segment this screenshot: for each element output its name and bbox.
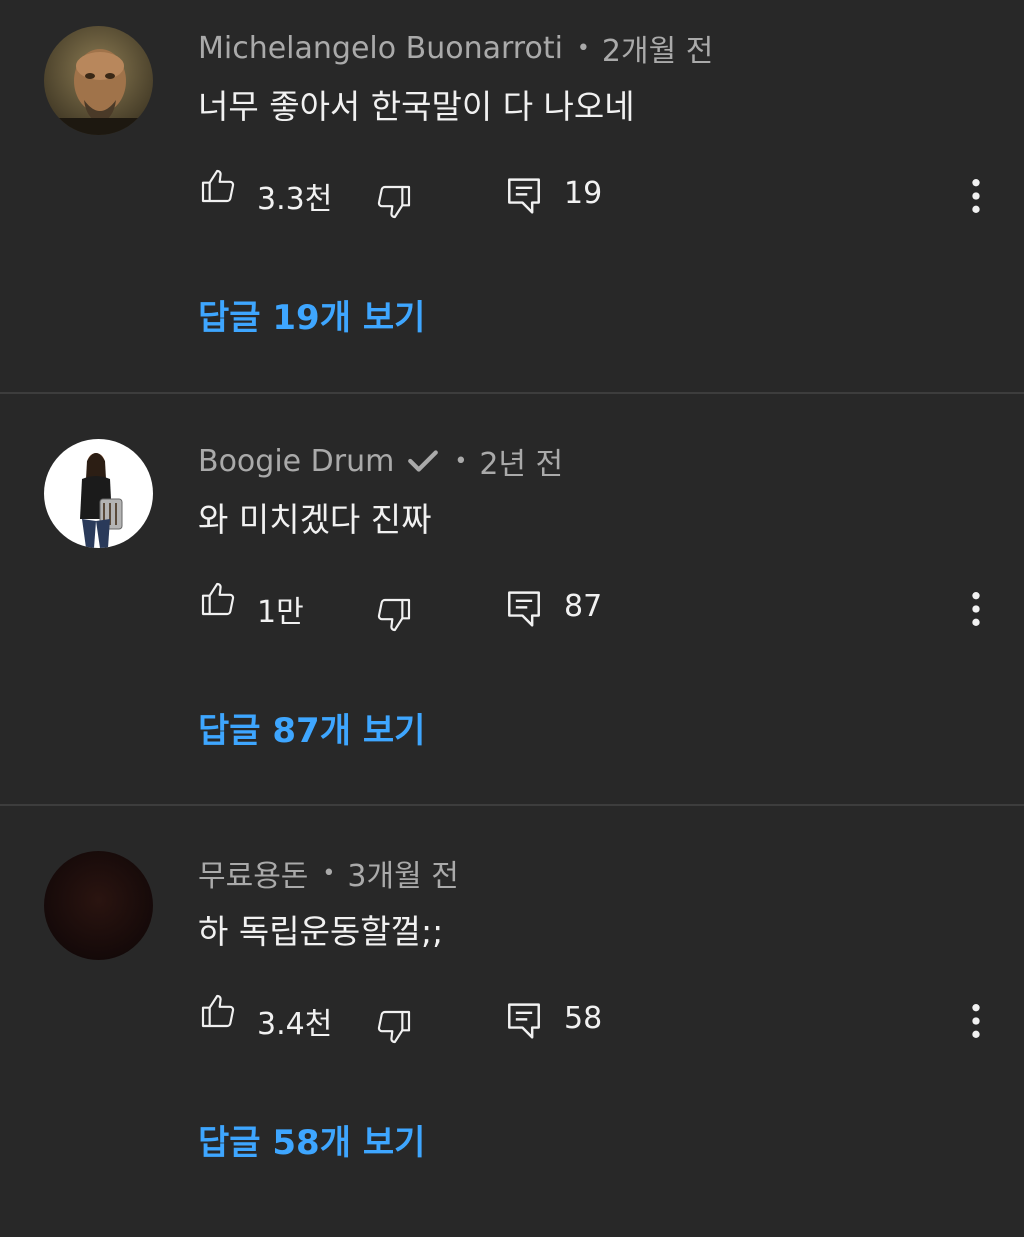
more-vertical-icon[interactable]: [966, 1001, 986, 1041]
meta-separator: •: [322, 860, 336, 886]
thumbs-down-icon[interactable]: [374, 1007, 414, 1047]
avatar[interactable]: [44, 439, 153, 548]
meta-separator: •: [454, 448, 468, 474]
comment-time: 2년 전: [479, 447, 564, 482]
divider: [0, 804, 1024, 806]
more-vertical-icon[interactable]: [966, 589, 986, 629]
thumbs-down-icon[interactable]: [374, 182, 414, 222]
comment-meta: Boogie Drum • 2년 전: [198, 441, 564, 483]
comment-item: 무료용돈 • 3개월 전 하 독립운동할껄;; 3.4천 58 답글 58개 보…: [0, 825, 1024, 1237]
like-count: 3.3천: [257, 182, 333, 217]
reply-icon[interactable]: [506, 1001, 542, 1041]
reply-icon[interactable]: [506, 589, 542, 629]
comment-actions: 1만 87: [198, 579, 998, 639]
reply-count[interactable]: 58: [564, 1001, 602, 1036]
view-replies-link[interactable]: 답글 19개 보기: [198, 290, 425, 339]
comment-time: 2개월 전: [601, 34, 714, 69]
comment-text: 와 미치겠다 진짜: [198, 500, 432, 539]
comment-actions: 3.4천 58: [198, 991, 998, 1051]
divider: [0, 392, 1024, 394]
verified-check-icon: [406, 446, 440, 476]
comment-item: Michelangelo Buonarroti • 2개월 전 너무 좋아서 한…: [0, 0, 1024, 412]
thumbs-down-icon[interactable]: [374, 595, 414, 635]
thumbs-up-icon[interactable]: [198, 166, 238, 206]
reply-icon[interactable]: [506, 176, 542, 216]
comment-text: 하 독립운동할껄;;: [198, 912, 444, 951]
avatar[interactable]: [44, 26, 153, 135]
view-replies-link[interactable]: 답글 58개 보기: [198, 1115, 425, 1164]
author-name[interactable]: 무료용돈: [198, 851, 308, 895]
comment-actions: 3.3천 19: [198, 166, 998, 226]
comment-meta: 무료용돈 • 3개월 전: [198, 851, 459, 895]
author-name[interactable]: Michelangelo Buonarroti: [198, 31, 563, 66]
meta-separator: •: [576, 35, 590, 61]
author-name[interactable]: Boogie Drum: [198, 444, 394, 479]
reply-count[interactable]: 19: [564, 176, 602, 211]
reply-count[interactable]: 87: [564, 589, 602, 624]
more-vertical-icon[interactable]: [966, 176, 986, 216]
comment-time: 3개월 전: [347, 859, 459, 894]
avatar[interactable]: [44, 851, 153, 960]
comment-item: Boogie Drum • 2년 전 와 미치겠다 진짜 1만 87 답글 87…: [0, 413, 1024, 825]
like-count: 1만: [257, 595, 304, 630]
comment-meta: Michelangelo Buonarroti • 2개월 전: [198, 28, 714, 70]
thumbs-up-icon[interactable]: [198, 991, 238, 1031]
comment-text: 너무 좋아서 한국말이 다 나오네: [198, 87, 635, 126]
like-count: 3.4천: [257, 1007, 333, 1042]
thumbs-up-icon[interactable]: [198, 579, 238, 619]
view-replies-link[interactable]: 답글 87개 보기: [198, 703, 425, 752]
